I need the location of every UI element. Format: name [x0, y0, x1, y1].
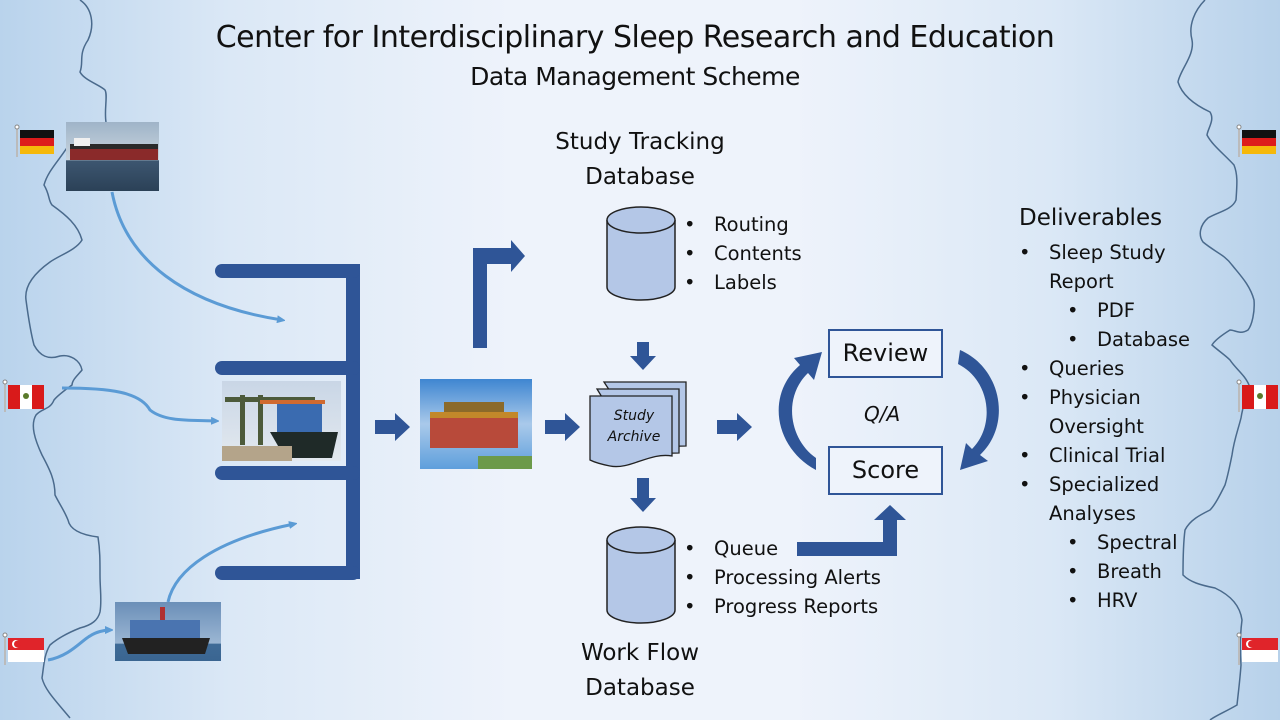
work-flow-db-items: Queue Processing Alerts Progress Reports [684, 534, 881, 621]
arrow-to-container [375, 413, 410, 441]
deliverable-item: Oversight [1049, 415, 1144, 438]
arrow-to-review-cycle [717, 413, 752, 441]
deliverable-item: Spectral [1019, 528, 1190, 557]
container-crane-photo [420, 379, 532, 469]
work-flow-db-cylinder [606, 526, 676, 624]
germany-flag-icon-left [14, 124, 54, 157]
study-tracking-db-cylinder [606, 206, 676, 301]
singapore-to-ship-arrow [47, 630, 110, 662]
arrow-tracking-to-archive [630, 342, 656, 370]
score-box: Score [828, 446, 943, 495]
deliverables-heading: Deliverables [1019, 205, 1163, 231]
germany-flag-icon-right [1236, 124, 1276, 157]
deliverables-list: Sleep Study Report PDFDatabaseQueriesPhysi… [1019, 238, 1190, 615]
list-item: Queue [684, 534, 881, 563]
qa-label: Q/A [864, 402, 901, 426]
list-item: Progress Reports [684, 592, 881, 621]
deliverable-item: Specialized [1019, 470, 1190, 499]
deliverable-item: Analyses [1049, 502, 1136, 525]
list-item: Processing Alerts [684, 563, 881, 592]
study-archive-label: Study Archive [592, 406, 676, 448]
peru-source-arrow [61, 386, 216, 421]
deliverable-item: Queries [1019, 354, 1190, 383]
study-tracking-db-label-line1: Study Tracking [555, 129, 725, 155]
work-flow-db-label-line2: Database [585, 675, 695, 701]
container-ship-photo [115, 602, 221, 661]
work-flow-db-label-line1: Work Flow [580, 640, 700, 666]
left-coastline [25, 0, 107, 719]
germany-source-arrow [110, 191, 282, 320]
deliverable-item: Clinical Trial [1019, 441, 1190, 470]
study-archive-line2: Archive [607, 429, 661, 445]
study-archive-line1: Study [613, 408, 655, 424]
study-tracking-db-label-line2: Database [585, 164, 695, 190]
deliverable-item: HRV [1019, 586, 1190, 615]
arrow-archive-to-workflow [630, 478, 656, 512]
deliverable-item: Report [1049, 270, 1114, 293]
elbow-arrow-to-tracking-db [473, 240, 525, 348]
list-item: Labels [684, 268, 802, 297]
singapore-source-arrow [166, 524, 294, 603]
curved-arrow-review-to-score [958, 350, 999, 470]
peru-flag-icon-right [1236, 379, 1278, 412]
list-item: Contents [684, 239, 802, 268]
arrow-to-archive [545, 413, 580, 441]
curved-arrow-score-to-review [778, 352, 822, 470]
singapore-flag-icon-right [1236, 632, 1278, 665]
work-flow-db-label: Work Flow Database [540, 636, 740, 706]
peru-flag-icon-left [2, 379, 44, 412]
deliverable-item: Breath [1019, 557, 1190, 586]
page-title: Center for Interdisciplinary Sleep Resea… [215, 20, 1055, 55]
deliverable-item: PDF [1019, 296, 1190, 325]
singapore-flag-icon-left [2, 632, 44, 665]
deliverable-item: Database [1019, 325, 1190, 354]
page-subtitle: Data Management Scheme [470, 62, 800, 91]
review-box: Review [828, 329, 943, 378]
oil-tanker-ship-photo [66, 122, 159, 191]
study-tracking-db-items: Routing Contents Labels [684, 210, 802, 297]
list-item: Routing [684, 210, 802, 239]
deliverable-item: Physician [1019, 383, 1190, 412]
port-crane-container-ship-photo [222, 381, 341, 461]
deliverable-item: Sleep Study [1019, 238, 1190, 267]
study-tracking-db-label: Study Tracking Database [530, 125, 750, 195]
